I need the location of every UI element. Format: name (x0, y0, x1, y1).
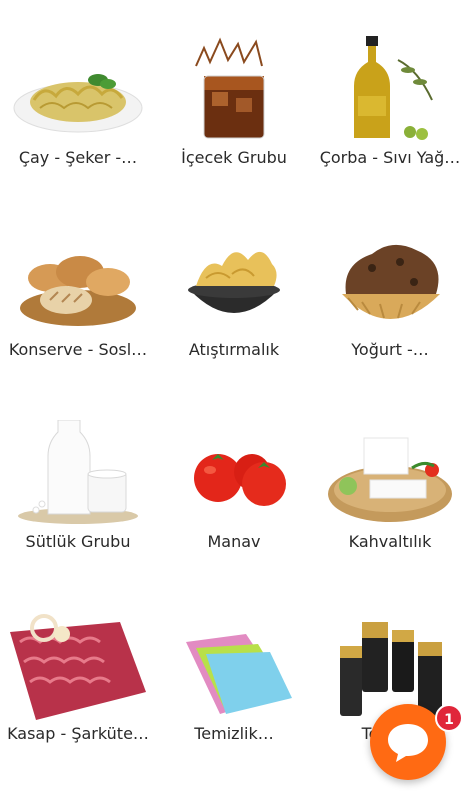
category-tile-konserve-sos[interactable]: Konserve - Sosl… (0, 200, 156, 392)
cleaning-cloths-image (166, 612, 302, 720)
category-label: Konserve - Sosl… (8, 340, 148, 359)
category-label: Kasap - Şarküte… (7, 724, 149, 743)
category-label: Kahvaltılık (348, 532, 432, 551)
category-tile-atistirmalik[interactable]: Atıştırmalık (156, 200, 312, 392)
category-tile-kahvaltilik[interactable]: Kahvaltılık (312, 392, 468, 584)
bread-basket-image (10, 228, 146, 336)
category-tile-kasap-sarkuteri[interactable]: Kasap - Şarküte… (0, 584, 156, 776)
category-tile-manav[interactable]: Manav (156, 392, 312, 584)
milk-bottle-image (10, 420, 146, 528)
batteries-image (322, 612, 458, 720)
ice-cream-image (322, 228, 458, 336)
category-label: Yoğurt -… (351, 340, 429, 359)
olive-oil-bottle-image (322, 36, 458, 144)
category-tile-icecek[interactable]: İçecek Grubu (156, 8, 312, 200)
category-label: Çorba - Sıvı Yağ… (319, 148, 461, 167)
notification-badge: 1 (435, 704, 463, 732)
category-label: Manav (207, 532, 261, 551)
category-tile-yogurt[interactable]: Yoğurt -… (312, 200, 468, 392)
chat-bubble-icon (388, 724, 428, 762)
chips-bowl-image (166, 228, 302, 336)
pasta-plate-image (10, 36, 146, 144)
minced-meat-image (10, 612, 146, 720)
category-label: Temizlik… (194, 724, 274, 743)
category-tile-cay-seker[interactable]: Çay - Şeker -… (0, 8, 156, 200)
category-grid: Çay - Şeker -… İçecek Grubu Çorba - Sıvı… (0, 0, 468, 800)
cola-glass-image (166, 36, 302, 144)
tomatoes-image (166, 420, 302, 528)
category-tile-corba-sivi-yag[interactable]: Çorba - Sıvı Yağ… (312, 8, 468, 200)
category-label: Sütlük Grubu (25, 532, 131, 551)
category-tile-sutluk[interactable]: Sütlük Grubu (0, 392, 156, 584)
category-tile-temizlik[interactable]: Temizlik… (156, 584, 312, 776)
cheese-platter-image (322, 420, 458, 528)
category-label: İçecek Grubu (181, 148, 287, 167)
category-label: Çay - Şeker -… (18, 148, 138, 167)
category-label: Atıştırmalık (188, 340, 280, 359)
